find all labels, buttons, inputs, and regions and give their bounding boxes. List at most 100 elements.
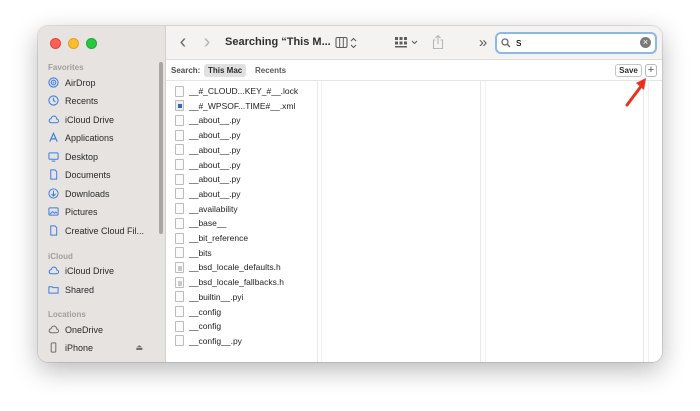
sidebar-item-label: AirDrop bbox=[65, 77, 96, 88]
column-divider[interactable] bbox=[317, 81, 318, 362]
sidebar-item-iphone[interactable]: iPhone bbox=[48, 339, 160, 356]
file-row[interactable]: __config bbox=[175, 319, 221, 333]
file-row[interactable]: __config__.py bbox=[175, 334, 242, 348]
file-icon bbox=[175, 291, 184, 303]
file-row[interactable]: __about__.py bbox=[175, 143, 241, 157]
search-field[interactable]: × bbox=[495, 32, 657, 54]
file-row[interactable]: __about__.py bbox=[175, 128, 241, 142]
file-icon bbox=[175, 232, 184, 244]
close-window-button[interactable] bbox=[50, 38, 61, 49]
file-row[interactable]: __about__.py bbox=[175, 172, 241, 186]
search-input[interactable] bbox=[516, 37, 636, 49]
file-row[interactable]: __bsd_locale_fallbacks.h bbox=[175, 275, 284, 289]
sidebar-item-icloud-drive-2[interactable]: iCloud Drive bbox=[48, 262, 160, 279]
file-icon bbox=[175, 217, 184, 229]
sidebar-item-label: OneDrive bbox=[65, 324, 104, 335]
sidebar-item-label: Creative Cloud Fil... bbox=[65, 225, 145, 236]
more-toolbar-button[interactable]: » bbox=[477, 33, 489, 51]
document-icon bbox=[50, 225, 58, 236]
eject-icon[interactable]: ⏏ bbox=[135, 343, 143, 352]
file-row[interactable]: __bit_reference bbox=[175, 231, 248, 245]
file-name: __about__.py bbox=[189, 130, 241, 141]
sidebar-item-pictures[interactable]: Pictures bbox=[48, 203, 160, 220]
search-scope-bar: Search: This Mac Recents Save + bbox=[166, 60, 662, 81]
file-row[interactable]: __about__.py bbox=[175, 187, 241, 201]
share-icon bbox=[432, 34, 444, 50]
sidebar-scrollbar[interactable] bbox=[159, 62, 163, 234]
file-name: __about__.py bbox=[189, 174, 241, 185]
file-row[interactable]: __builtin__.pyi bbox=[175, 290, 243, 304]
file-row[interactable]: __about__.py bbox=[175, 158, 241, 172]
file-icon bbox=[175, 261, 184, 273]
sidebar-section-icloud: iCloud bbox=[48, 252, 73, 261]
sidebar: Favorites AirDrop Recents iCloud Drive A… bbox=[38, 26, 166, 362]
desktop-icon bbox=[48, 152, 59, 162]
iphone-icon bbox=[50, 342, 57, 353]
share-button[interactable] bbox=[432, 34, 444, 50]
sidebar-item-label: Pictures bbox=[65, 206, 98, 217]
clear-search-icon[interactable]: × bbox=[640, 37, 651, 48]
file-icon bbox=[175, 114, 184, 126]
file-icon bbox=[175, 276, 184, 288]
clock-icon bbox=[48, 95, 59, 106]
sidebar-item-creative-cloud[interactable]: Creative Cloud Fil... bbox=[48, 222, 160, 239]
file-icon bbox=[175, 173, 184, 185]
column-divider[interactable] bbox=[480, 81, 481, 362]
file-icon bbox=[175, 159, 184, 170]
scope-this-mac[interactable]: This Mac bbox=[204, 64, 247, 77]
file-icon bbox=[175, 320, 184, 332]
finder-window: Favorites AirDrop Recents iCloud Drive A… bbox=[38, 26, 662, 362]
file-name: __about__.py bbox=[189, 115, 241, 126]
shared-folder-icon bbox=[48, 286, 59, 294]
cloud-icon bbox=[48, 325, 59, 334]
file-name: __#_WPSOF...TIME#__.xml bbox=[189, 100, 296, 111]
file-name: __availability bbox=[189, 203, 238, 214]
minimize-window-button[interactable] bbox=[68, 38, 79, 49]
file-row[interactable]: __bits bbox=[175, 246, 212, 260]
file-name: __bits bbox=[189, 247, 212, 258]
forward-button[interactable]: › bbox=[200, 31, 214, 53]
file-row[interactable]: __config bbox=[175, 305, 221, 319]
column-divider bbox=[648, 81, 649, 362]
sidebar-item-shared[interactable]: Shared bbox=[48, 281, 160, 298]
file-name: __config__.py bbox=[189, 335, 242, 346]
file-row[interactable]: __#_WPSOF...TIME#__.xml bbox=[175, 99, 295, 113]
sidebar-item-recents[interactable]: Recents bbox=[48, 92, 160, 109]
column-divider[interactable] bbox=[643, 81, 644, 362]
zoom-window-button[interactable] bbox=[86, 38, 97, 49]
sidebar-item-label: iCloud Drive bbox=[65, 265, 115, 276]
scope-recents[interactable]: Recents bbox=[251, 64, 290, 77]
column-divider bbox=[485, 81, 486, 362]
pictures-icon bbox=[48, 207, 59, 216]
sidebar-item-label: Applications bbox=[65, 132, 114, 143]
file-row[interactable]: __about__.py bbox=[175, 113, 241, 127]
view-mode-button[interactable] bbox=[335, 36, 361, 50]
file-icon bbox=[175, 247, 184, 259]
sidebar-item-applications[interactable]: Applications bbox=[48, 129, 160, 146]
annotation-arrow-icon bbox=[625, 78, 646, 107]
file-name: __base__ bbox=[189, 218, 227, 229]
sidebar-item-desktop[interactable]: Desktop bbox=[48, 148, 160, 165]
sidebar-item-downloads[interactable]: Downloads bbox=[48, 185, 160, 202]
file-icon bbox=[175, 85, 184, 97]
file-row[interactable]: __bsd_locale_defaults.h bbox=[175, 260, 281, 274]
download-icon bbox=[48, 188, 59, 199]
sidebar-item-documents[interactable]: Documents bbox=[48, 166, 160, 183]
group-button[interactable] bbox=[394, 36, 420, 50]
sidebar-item-icloud-drive[interactable]: iCloud Drive bbox=[48, 111, 160, 128]
file-row[interactable]: __#_CLOUD...KEY_#__.lock bbox=[175, 84, 298, 98]
sidebar-item-label: iCloud Drive bbox=[65, 114, 115, 125]
file-name: __bit_reference bbox=[189, 233, 249, 243]
file-name: __about__.py bbox=[189, 188, 241, 199]
back-button[interactable]: ‹ bbox=[176, 31, 190, 53]
sidebar-item-onedrive[interactable]: OneDrive bbox=[48, 321, 160, 338]
sidebar-item-label: Recents bbox=[65, 95, 99, 106]
file-icon bbox=[175, 188, 184, 200]
file-name: __about__.py bbox=[189, 144, 241, 155]
file-row[interactable]: __base__ bbox=[175, 216, 226, 230]
sidebar-item-airdrop[interactable]: AirDrop bbox=[48, 74, 160, 91]
file-row[interactable]: __availability bbox=[175, 202, 238, 216]
file-icon bbox=[175, 129, 184, 141]
file-name: __builtin__.pyi bbox=[189, 291, 244, 302]
results-columns: __#_CLOUD...KEY_#__.lock __#_WPSOF...TIME… bbox=[166, 81, 662, 362]
